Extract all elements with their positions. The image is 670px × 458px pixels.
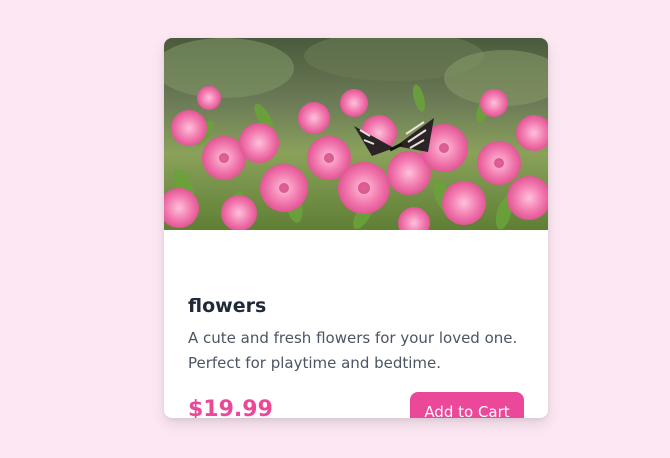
product-price: $19.99 <box>188 397 273 418</box>
product-card: flowers A cute and fresh flowers for you… <box>164 38 548 418</box>
product-title: flowers <box>188 295 267 317</box>
product-image <box>164 38 548 230</box>
product-description: A cute and fresh flowers for your loved … <box>188 329 518 372</box>
add-to-cart-button[interactable]: Add to Cart <box>410 392 524 418</box>
